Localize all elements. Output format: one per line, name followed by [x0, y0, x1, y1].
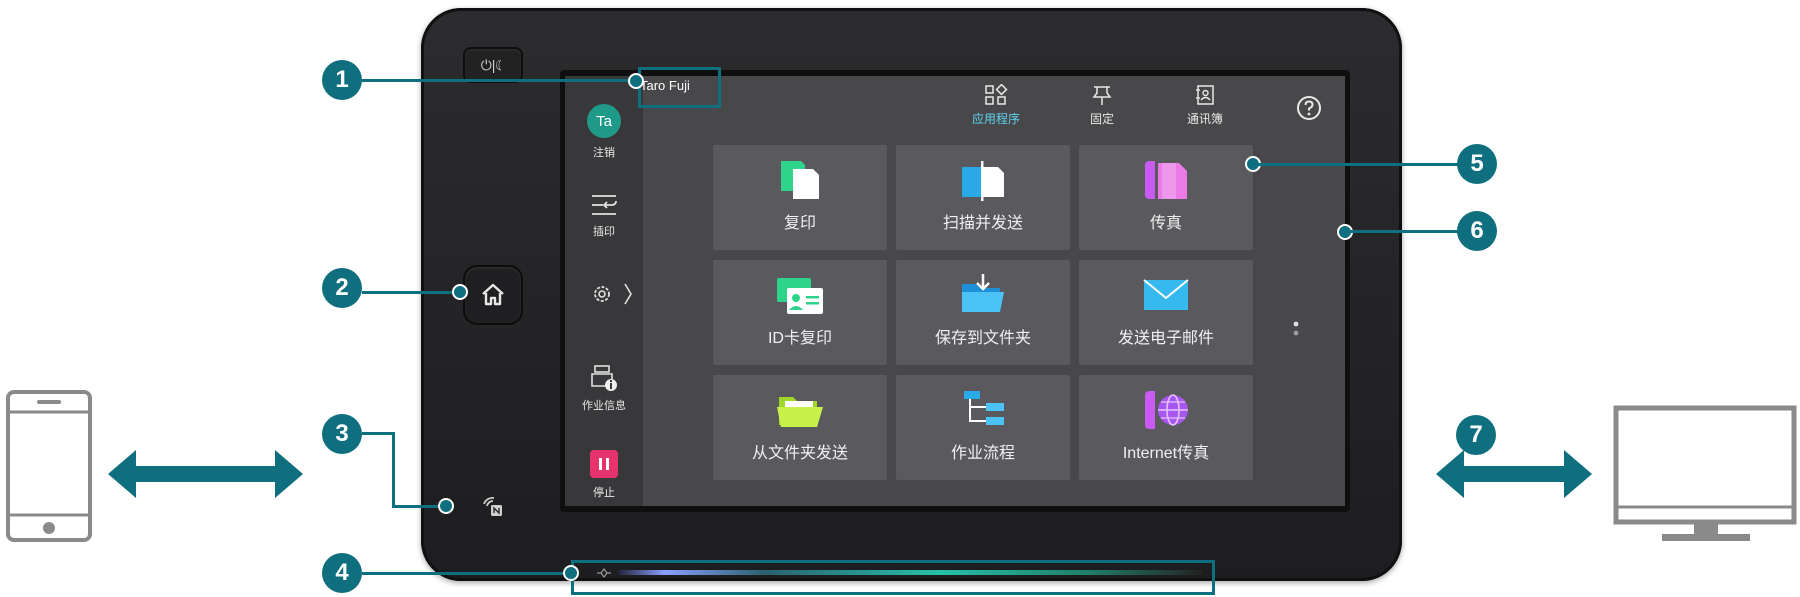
- tile-copy[interactable]: 复印: [713, 145, 887, 250]
- tile-fax[interactable]: 传真: [1079, 145, 1253, 250]
- tile-label: 扫描并发送: [942, 215, 1023, 232]
- tile-label: 发送电子邮件: [1117, 330, 1214, 347]
- username-highlight: [638, 67, 721, 108]
- tile-label: 保存到文件夹: [934, 330, 1031, 347]
- computer-connection-arrow: [1436, 450, 1592, 498]
- help-icon: [1297, 96, 1321, 120]
- callout-6: 6: [1457, 211, 1497, 251]
- callout-4-line: [362, 572, 572, 575]
- callout-3-line-b: [392, 432, 395, 508]
- tile-send-from-folder[interactable]: 从文件夹发送: [713, 375, 887, 480]
- stop-button[interactable]: 停止: [565, 450, 643, 500]
- tab-address-book[interactable]: 通讯簿: [1180, 84, 1230, 127]
- nfc-reader[interactable]: [480, 494, 506, 520]
- tab-apps[interactable]: 应用程序: [963, 84, 1029, 127]
- page-indicator[interactable]: [1292, 319, 1300, 339]
- open-folder-icon: [777, 397, 823, 427]
- mobile-connection-arrow: [108, 450, 303, 498]
- computer-monitor-icon: [1613, 405, 1797, 541]
- tile-scan-and-send[interactable]: 扫描并发送: [896, 145, 1070, 250]
- interrupt-button[interactable]: 插印: [565, 192, 643, 239]
- power-saver-button[interactable]: ⏻|☾: [463, 47, 523, 83]
- help-button[interactable]: [1296, 95, 1322, 121]
- tile-job-flow[interactable]: 作业流程: [896, 375, 1070, 480]
- address-book-icon: [1196, 85, 1214, 105]
- callout-2-dot: [452, 284, 468, 300]
- tile-label: Internet传真: [1122, 445, 1210, 462]
- tile-send-email[interactable]: 发送电子邮件: [1079, 260, 1253, 365]
- chevron-right-icon: [624, 283, 632, 305]
- job-info-button[interactable]: 作业信息: [565, 364, 643, 413]
- interrupt-label: 插印: [593, 226, 615, 238]
- gear-icon: [594, 286, 610, 302]
- nfc-icon: [483, 497, 502, 516]
- tile-label: 作业流程: [950, 445, 1015, 462]
- mobile-phone-icon: [6, 390, 92, 542]
- device-settings-button[interactable]: [591, 281, 641, 307]
- tile-label: 复印: [783, 215, 816, 232]
- copy-icon: [781, 161, 819, 199]
- job-info-label: 作业信息: [582, 400, 626, 412]
- logout-button[interactable]: Ta 注销: [565, 104, 643, 160]
- tab-pin[interactable]: 固定: [1080, 84, 1124, 127]
- callout-2: 2: [322, 268, 362, 308]
- callout-5: 5: [1457, 144, 1497, 184]
- callout-3-dot: [438, 498, 454, 514]
- power-sleep-icon: ⏻|☾: [480, 56, 506, 73]
- callout-2-line: [362, 291, 462, 294]
- internet-fax-icon: [1145, 391, 1188, 429]
- avatar: Ta: [587, 104, 621, 138]
- id-card-icon: [777, 278, 823, 314]
- stop-label: 停止: [593, 487, 615, 499]
- callout-3: 3: [322, 414, 362, 454]
- interrupt-icon: [592, 195, 617, 215]
- callout-1: 1: [322, 60, 362, 100]
- workflow-icon: [964, 391, 1004, 425]
- callout-4-dot: [563, 565, 579, 581]
- callout-1-line: [362, 79, 637, 82]
- email-icon: [1143, 279, 1189, 310]
- home-button[interactable]: [463, 265, 523, 325]
- pin-icon: [1092, 86, 1112, 105]
- led-highlight: [571, 560, 1215, 595]
- tile-label: ID卡复印: [767, 330, 832, 347]
- callout-3-line-a: [362, 432, 394, 435]
- stop-icon: [590, 450, 618, 478]
- tile-internet-fax[interactable]: Internet传真: [1079, 375, 1253, 480]
- callout-5-line: [1258, 163, 1458, 166]
- tab-address-book-label: 通讯簿: [1186, 112, 1223, 126]
- home-icon: [482, 283, 504, 306]
- fax-icon: [1145, 161, 1187, 199]
- logout-label: 注销: [593, 147, 615, 159]
- tab-pin-label: 固定: [1089, 112, 1114, 126]
- callout-1-dot: [628, 73, 644, 89]
- scan-icon: [962, 161, 1004, 201]
- apps-grid-icon: [985, 84, 1008, 105]
- callout-6-line: [1350, 230, 1458, 233]
- tile-label: 传真: [1149, 215, 1182, 232]
- callout-4: 4: [322, 553, 362, 593]
- save-folder-icon: [962, 274, 1004, 312]
- tile-label: 从文件夹发送: [751, 445, 848, 462]
- tab-apps-label: 应用程序: [971, 112, 1020, 126]
- callout-7: 7: [1456, 415, 1496, 455]
- tile-save-to-folder[interactable]: 保存到文件夹: [896, 260, 1070, 365]
- job-info-icon: [591, 365, 617, 391]
- tile-id-card-copy[interactable]: ID卡复印: [713, 260, 887, 365]
